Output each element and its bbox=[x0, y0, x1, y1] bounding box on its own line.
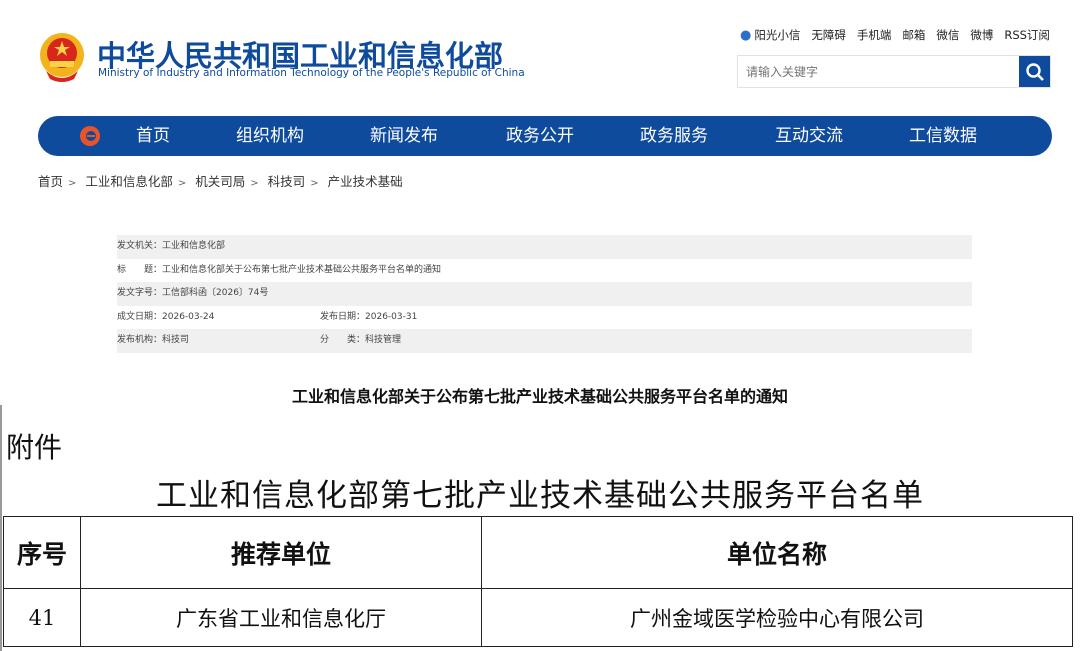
meta-label: 发布机构： bbox=[117, 335, 163, 346]
attachment-label: 附件 bbox=[6, 431, 63, 464]
document-meta-table: 发文机关： 工业和信息化部 标 题： 工业和信息化部关于公布第七批产业技术基础公共服… bbox=[117, 235, 972, 353]
miit-logo-icon bbox=[80, 126, 100, 146]
nav-news[interactable]: 新闻发布 bbox=[370, 116, 438, 156]
nav-gov-services[interactable]: 政务服务 bbox=[640, 116, 708, 156]
search-box bbox=[737, 55, 1051, 88]
top-link-wechat[interactable]: 微信 bbox=[936, 27, 959, 43]
meta-value: 科技管理 bbox=[365, 335, 402, 346]
header-index: 序号 bbox=[3, 516, 81, 589]
breadcrumb-ministry[interactable]: 工业和信息化部 bbox=[85, 174, 173, 189]
nav-home[interactable]: 首页 bbox=[136, 116, 170, 156]
cell-unit-name: 广州金域医学检验中心有限公司 bbox=[481, 588, 1073, 647]
meta-label: 发布日期： bbox=[320, 311, 366, 322]
meta-value: 2026-03-31 bbox=[365, 311, 418, 322]
breadcrumb-home[interactable]: 首页 bbox=[38, 174, 63, 189]
meta-label: 发文机关： bbox=[117, 241, 163, 251]
breadcrumb-departments[interactable]: 机关司局 bbox=[195, 174, 245, 189]
top-link-rss[interactable]: RSS订阅 bbox=[1004, 27, 1050, 43]
meta-row-org: 发布机构：科技司 分 类：科技管理 bbox=[117, 329, 972, 353]
meta-value: 工业和信息化部关于公布第七批产业技术基础公共服务平台名单的通知 bbox=[162, 264, 442, 275]
meta-row-dates: 成文日期：2026-03-24 发布日期：2026-03-31 bbox=[117, 306, 972, 330]
meta-row-issuer: 发文机关： 工业和信息化部 bbox=[117, 235, 972, 259]
search-button[interactable] bbox=[1019, 56, 1050, 87]
meta-label: 成文日期： bbox=[117, 311, 163, 322]
header-recommender: 推荐单位 bbox=[80, 516, 482, 589]
nav-gov-affairs-open[interactable]: 政务公开 bbox=[506, 116, 574, 156]
cell-index: 41 bbox=[3, 588, 81, 647]
meta-value: 2026-03-24 bbox=[162, 311, 215, 322]
national-emblem-logo bbox=[40, 33, 84, 82]
meta-value: 工信部科函〔2026〕74号 bbox=[162, 288, 269, 299]
meta-row-docno: 发文字号： 工信部科函〔2026〕74号 bbox=[117, 282, 972, 306]
attachment-border bbox=[0, 405, 2, 651]
top-link-mail[interactable]: 邮箱 bbox=[902, 27, 925, 43]
search-input[interactable] bbox=[738, 56, 1019, 87]
table-row: 41 广东省工业和信息化厅 广州金域医学检验中心有限公司 bbox=[3, 588, 1073, 647]
top-link-weibo[interactable]: 微博 bbox=[970, 27, 993, 43]
cell-recommender: 广东省工业和信息化厅 bbox=[80, 588, 482, 647]
header-unit-name: 单位名称 bbox=[481, 516, 1073, 589]
nav-interaction[interactable]: 互动交流 bbox=[775, 116, 843, 156]
breadcrumb: 首页 > 工业和信息化部 > 机关司局 > 科技司 > 产业技术基础 bbox=[38, 174, 403, 189]
meta-label: 分 类： bbox=[320, 335, 366, 346]
breadcrumb-sci-tech[interactable]: 科技司 bbox=[268, 174, 306, 189]
top-link-mobile[interactable]: 手机端 bbox=[857, 27, 892, 43]
top-link-sunshine[interactable]: 阳光小信 bbox=[754, 27, 800, 43]
meta-value: 工业和信息化部 bbox=[162, 241, 226, 251]
top-link-accessibility[interactable]: 无障碍 bbox=[811, 27, 846, 43]
breadcrumb-industry-tech[interactable]: 产业技术基础 bbox=[328, 174, 403, 189]
meta-row-title: 标 题： 工业和信息化部关于公布第七批产业技术基础公共服务平台名单的通知 bbox=[117, 259, 972, 283]
nav-data[interactable]: 工信数据 bbox=[909, 116, 977, 156]
main-nav: 首页 组织机构 新闻发布 政务公开 政务服务 互动交流 工信数据 bbox=[38, 116, 1052, 156]
top-links: ● 阳光小信 无障碍 手机端 邮箱 微信 微博 RSS订阅 bbox=[740, 27, 1050, 43]
platform-list-table: 序号 推荐单位 单位名称 41 广东省工业和信息化厅 广州金域医学检验中心有限公… bbox=[3, 516, 1073, 647]
meta-label: 发文字号： bbox=[117, 288, 163, 299]
sunshine-icon: ● bbox=[740, 27, 752, 43]
search-icon bbox=[1025, 62, 1044, 81]
document-title: 工业和信息化部关于公布第七批产业技术基础公共服务平台名单的通知 bbox=[291, 387, 788, 406]
meta-label: 标 题： bbox=[117, 264, 163, 275]
table-header-row: 序号 推荐单位 单位名称 bbox=[3, 516, 1073, 589]
meta-value: 科技司 bbox=[162, 335, 190, 346]
site-subtitle: Ministry of Industry and Information Tec… bbox=[98, 67, 525, 79]
attachment-title: 工业和信息化部第七批产业技术基础公共服务平台名单 bbox=[156, 478, 924, 514]
nav-organization[interactable]: 组织机构 bbox=[236, 116, 304, 156]
